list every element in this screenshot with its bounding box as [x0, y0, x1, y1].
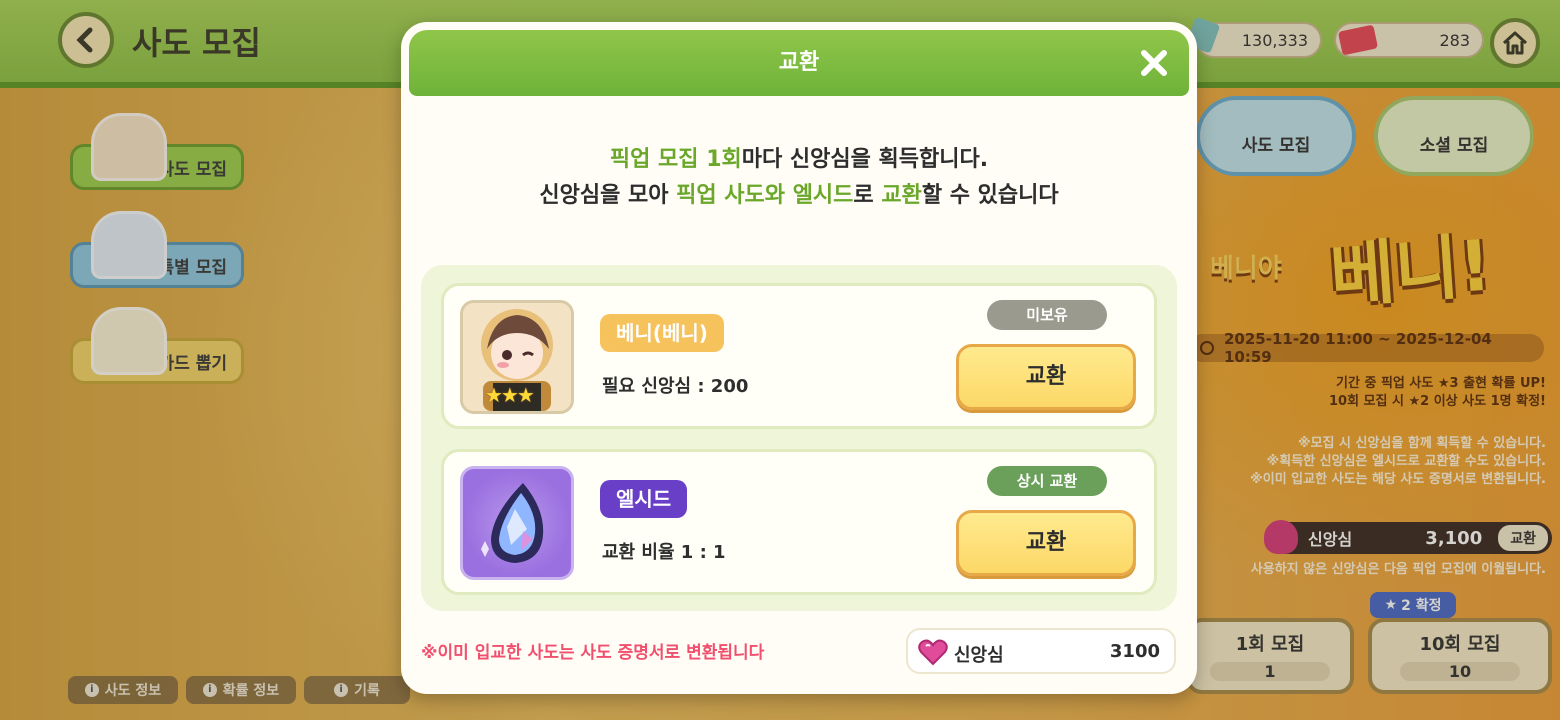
- exchange-button[interactable]: 교환: [956, 344, 1136, 410]
- modal-title: 교환: [778, 50, 820, 75]
- owned-value: 3100: [1109, 641, 1160, 662]
- item-requirement: 교환 비율 1 : 1: [602, 542, 726, 563]
- modal-description: 픽업 모집 1회마다 신앙심을 획득합니다. 신앙심을 모아 픽업 사도와 엘시…: [401, 142, 1197, 214]
- highlight-text: 픽업 사도와 엘시드: [676, 183, 854, 208]
- owned-faith-display: 신앙심 3100: [906, 628, 1176, 674]
- description-line-2: 신앙심을 모아 픽업 사도와 엘시드로 교환할 수 있습니다: [401, 178, 1197, 214]
- highlight-text: 교환: [881, 183, 922, 208]
- plain-text: 신앙심을 모아: [539, 183, 677, 208]
- elseed-gem-icon: [481, 483, 544, 563]
- exchange-item-elseed: 엘시드 교환 비율 1 : 1 상시 교환 교환: [441, 449, 1157, 595]
- owned-label: 신앙심: [954, 645, 1004, 666]
- close-icon: [1141, 50, 1167, 76]
- close-button[interactable]: [1135, 44, 1173, 82]
- exchange-item-beni: ★★★ 베니(베니) 필요 신앙심 : 200 미보유 교환: [441, 283, 1157, 429]
- highlight-text: 픽업 모집 1회: [609, 147, 742, 172]
- item-name-badge: 엘시드: [600, 480, 688, 518]
- item-status-badge: 미보유: [987, 300, 1107, 330]
- plain-text: 로: [853, 183, 882, 208]
- modal-header: 교환: [409, 30, 1189, 96]
- description-line-1: 픽업 모집 1회마다 신앙심을 획득합니다.: [401, 142, 1197, 178]
- exchange-modal: 교환 픽업 모집 1회마다 신앙심을 획득합니다. 신앙심을 모아 픽업 사도와…: [401, 22, 1197, 694]
- heart-icon: [918, 639, 948, 666]
- item-requirement: 필요 신앙심 : 200: [602, 376, 749, 397]
- item-status-badge: 상시 교환: [987, 466, 1107, 496]
- star-rating: ★★★: [485, 383, 535, 407]
- item-name-badge: 베니(베니): [600, 314, 724, 352]
- apostle-beni-portrait: ★★★: [460, 300, 574, 414]
- exchange-list: ★★★ 베니(베니) 필요 신앙심 : 200 미보유 교환 엘시드 교환 비율…: [421, 265, 1177, 611]
- plain-text: 마다 신앙심을 획득합니다.: [741, 147, 989, 172]
- plain-text: 할 수 있습니다: [921, 183, 1059, 208]
- conversion-warning: ※이미 입교한 사도는 사도 증명서로 변환됩니다: [421, 643, 765, 663]
- exchange-button[interactable]: 교환: [956, 510, 1136, 576]
- elseed-portrait: [460, 466, 574, 580]
